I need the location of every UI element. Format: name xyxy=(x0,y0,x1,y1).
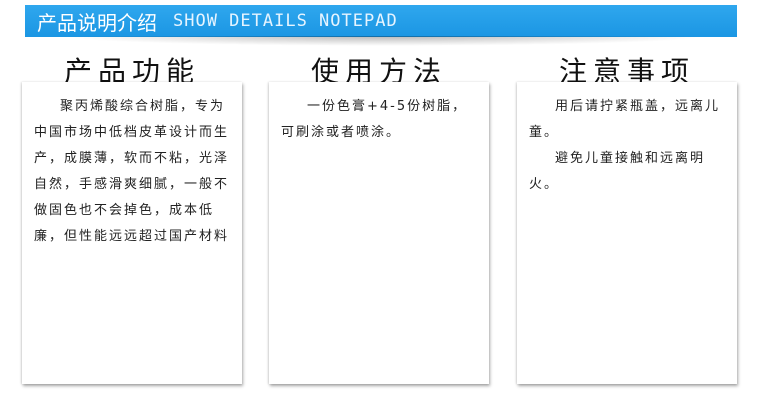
card-usage-body: 一份色膏+4-5份树脂，可刷涂或者喷涂。 xyxy=(269,82,489,146)
card-title-usage: 使用方法 xyxy=(310,55,447,86)
card-title-cautions: 注意事项 xyxy=(558,55,695,86)
header-title: 产品说明介绍 xyxy=(37,10,157,35)
header-banner: 产品说明介绍 SHOW DETAILS NOTEPAD xyxy=(25,5,737,37)
card-cautions-text-1: 用后请拧紧瓶盖，远离儿童。 xyxy=(529,99,721,140)
card-usage-text: 一份色膏+4-5份树脂，可刷涂或者喷涂。 xyxy=(281,99,468,140)
card-cautions-body: 用后请拧紧瓶盖，远离儿童。 避免儿童接触和远离明火。 xyxy=(517,82,737,198)
card-features: 聚丙烯酸综合树脂，专为中国市场中低档皮革设计而生产，成膜薄，软而不粘，光泽自然，… xyxy=(22,82,242,384)
card-cautions-text-2: 避免儿童接触和远离明火。 xyxy=(529,151,706,192)
header-subtitle: SHOW DETAILS NOTEPAD xyxy=(173,11,398,31)
header-shadow xyxy=(60,36,710,46)
card-cautions: 用后请拧紧瓶盖，远离儿童。 避免儿童接触和远离明火。 xyxy=(517,82,737,384)
card-features-body: 聚丙烯酸综合树脂，专为中国市场中低档皮革设计而生产，成膜薄，软而不粘，光泽自然，… xyxy=(22,82,242,250)
card-usage: 一份色膏+4-5份树脂，可刷涂或者喷涂。 xyxy=(269,82,489,384)
card-title-features: 产品功能 xyxy=(63,55,200,86)
card-features-text: 聚丙烯酸综合树脂，专为中国市场中低档皮革设计而生产，成膜薄，软而不粘，光泽自然，… xyxy=(34,99,230,244)
